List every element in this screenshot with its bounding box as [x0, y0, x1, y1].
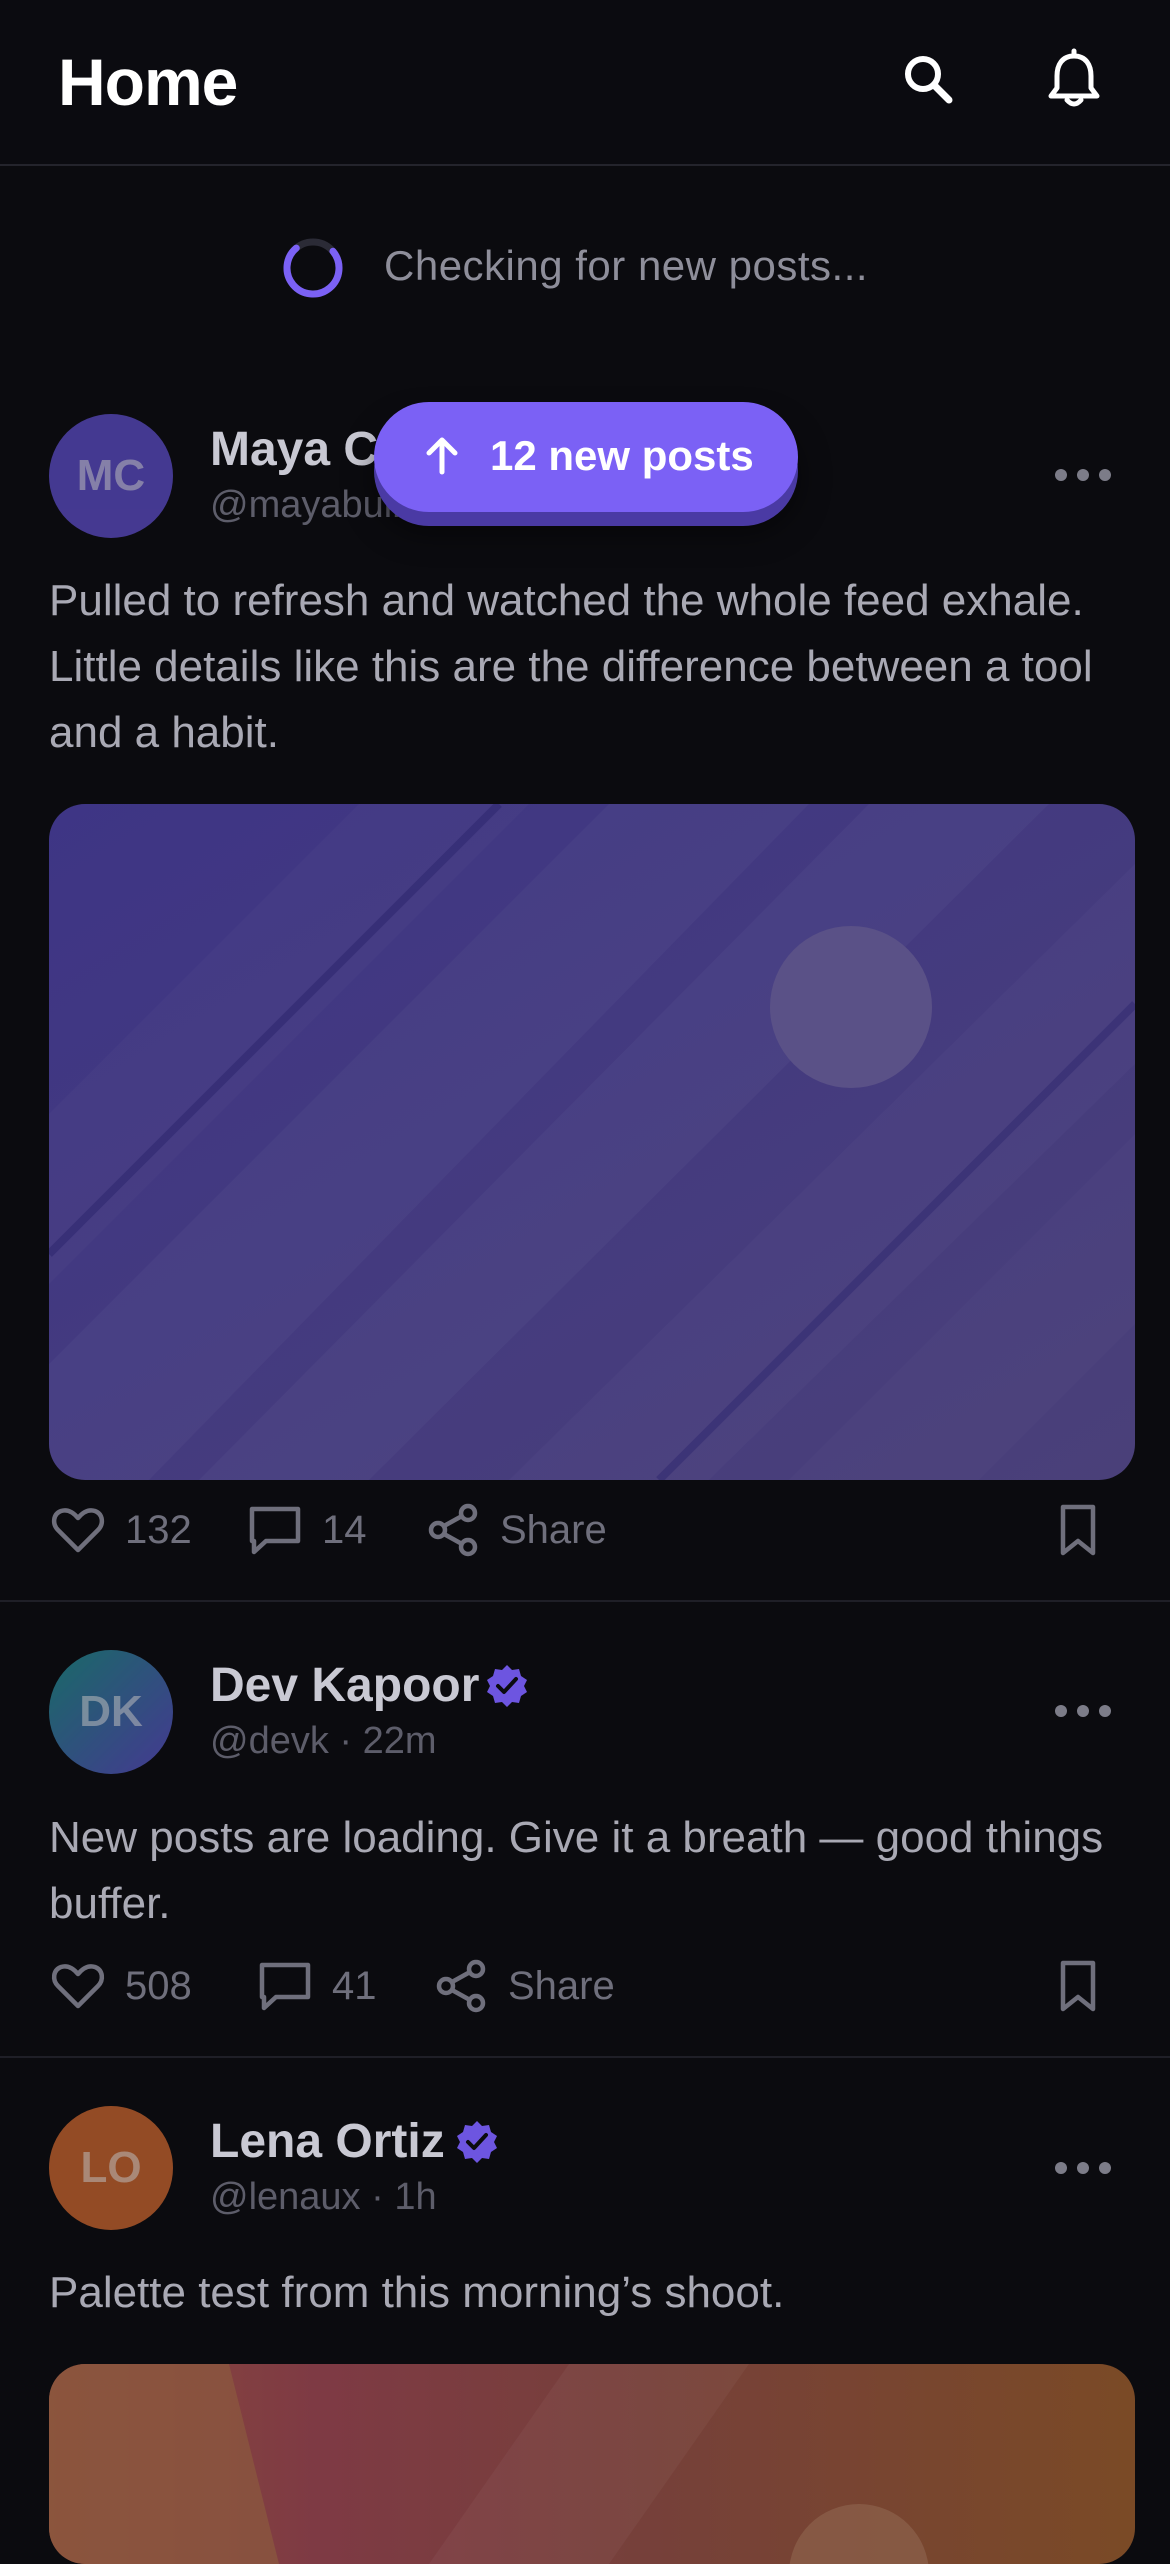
more-options-icon[interactable]: [1050, 2153, 1116, 2183]
like-count: 132: [125, 1507, 192, 1552]
author-handle: @devk · 22m: [210, 1720, 437, 1762]
post-image[interactable]: [49, 2364, 1135, 2564]
refresh-status-text: Checking for new posts...: [384, 242, 869, 289]
more-options-icon[interactable]: [1050, 460, 1116, 490]
avatar[interactable]: LO: [49, 2106, 173, 2230]
comment-count: 41: [332, 1963, 377, 2008]
post-divider: [0, 1600, 1170, 1602]
bell-icon[interactable]: [1042, 48, 1106, 112]
comment-icon: [259, 1962, 311, 2011]
bookmark-icon: [1060, 1960, 1096, 2012]
verified-badge-icon: [487, 1665, 527, 1707]
new-posts-label: 12 new posts: [490, 432, 754, 479]
post-image[interactable]: [49, 804, 1135, 1480]
comment-button[interactable]: 14: [246, 1495, 367, 1565]
post-actions: 508 41 Share: [49, 1951, 1139, 2021]
share-icon: [428, 1503, 478, 1557]
top-app-bar: Home: [0, 0, 1170, 166]
author-name[interactable]: Maya C: [210, 422, 378, 477]
share-button[interactable]: Share: [432, 1951, 615, 2021]
heart-icon: [51, 1964, 105, 2009]
bookmark-button[interactable]: [1049, 1495, 1125, 1565]
heart-icon: [51, 1508, 105, 1553]
like-button[interactable]: 508: [49, 1951, 192, 2021]
more-options-icon[interactable]: [1050, 1696, 1116, 1726]
post-actions: 132 14 Share: [49, 1495, 1139, 1565]
loading-spinner-icon: [283, 238, 343, 298]
post-divider: [0, 2056, 1170, 2058]
post-text: Palette test from this morning’s shoot.: [49, 2268, 785, 2317]
post-text: Pulled to refresh and watched the whole …: [49, 576, 1093, 757]
verified-badge-icon: [457, 2121, 497, 2163]
bookmark-icon: [1060, 1504, 1096, 1556]
like-count: 508: [125, 1963, 192, 2008]
bookmark-button[interactable]: [1049, 1951, 1125, 2021]
arrow-up-icon: [426, 437, 458, 475]
comment-count: 14: [322, 1507, 367, 1552]
new-posts-button[interactable]: 12 new posts: [374, 402, 798, 512]
pull-to-refresh-indicator: Checking for new posts...: [0, 222, 1170, 312]
search-icon[interactable]: [897, 48, 961, 112]
share-label: Share: [508, 1963, 615, 2008]
like-button[interactable]: 132: [49, 1495, 192, 1565]
author-name[interactable]: Lena Ortiz: [210, 2114, 445, 2169]
share-icon: [436, 1959, 486, 2013]
page-title: Home: [58, 45, 238, 119]
post-text: New posts are loading. Give it a breath …: [49, 1813, 1104, 1928]
author-handle: @lenaux · 1h: [210, 2176, 437, 2218]
avatar[interactable]: MC: [49, 414, 173, 538]
comment-icon: [249, 1506, 301, 1555]
avatar[interactable]: DK: [49, 1650, 173, 1774]
share-label: Share: [500, 1507, 607, 1552]
author-name[interactable]: Dev Kapoor: [210, 1658, 479, 1713]
share-button[interactable]: Share: [424, 1495, 607, 1565]
comment-button[interactable]: 41: [256, 1951, 377, 2021]
